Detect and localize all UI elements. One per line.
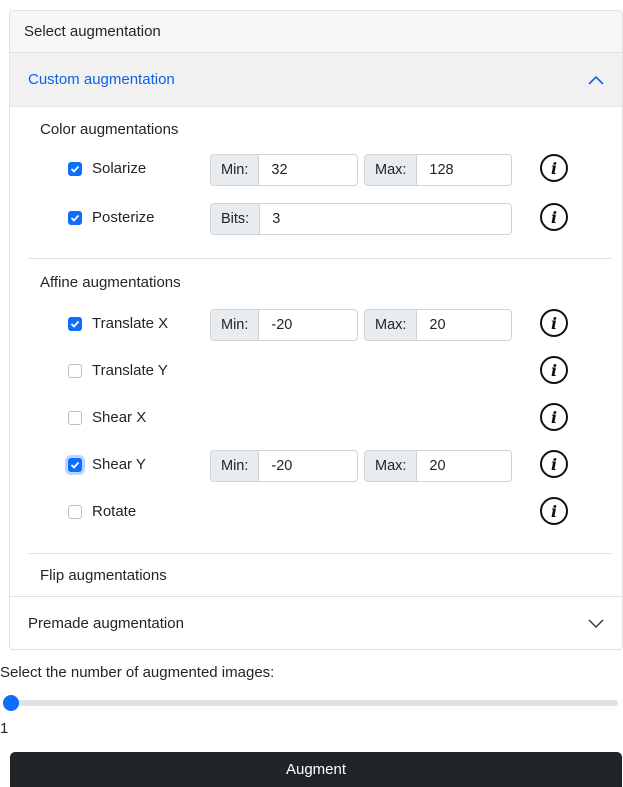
max-addon: Max: (364, 154, 417, 186)
custom-augmentation-title: Custom augmentation (28, 71, 175, 88)
solarize-min-input[interactable]: Min: 32 (210, 154, 358, 186)
check-icon (70, 461, 80, 469)
chevron-down-icon (588, 619, 604, 628)
translate-x-row: Translate X Min: -20 Max: 20 i (68, 309, 578, 341)
info-icon[interactable]: i (540, 450, 568, 478)
shear-y-max-input[interactable]: Max: 20 (364, 450, 512, 482)
solarize-checkbox[interactable] (68, 162, 82, 176)
shear-x-checkbox[interactable] (68, 411, 82, 425)
slider-label: Select the number of augmented images: (0, 664, 275, 681)
custom-augmentation-header[interactable]: Custom augmentation (10, 53, 622, 107)
shear-y-max-value[interactable]: 20 (416, 450, 512, 482)
premade-augmentation-title: Premade augmentation (28, 615, 184, 632)
solarize-min-value[interactable]: 32 (258, 154, 358, 186)
rotate-label: Rotate (92, 503, 137, 520)
shear-y-min-value[interactable]: -20 (258, 450, 358, 482)
solarize-max-input[interactable]: Max: 128 (364, 154, 512, 186)
slider-value: 1 (0, 720, 9, 737)
bits-addon: Bits: (210, 203, 260, 235)
posterize-row: Posterize Bits: 3 i (68, 203, 578, 235)
min-addon: Min: (210, 450, 259, 482)
posterize-label: Posterize (92, 209, 155, 226)
translate-x-min-input[interactable]: Min: -20 (210, 309, 358, 341)
affine-section-title: Affine augmentations (40, 274, 181, 291)
panel-header: Select augmentation (10, 11, 622, 53)
max-addon: Max: (364, 309, 417, 341)
premade-augmentation-header[interactable]: Premade augmentation (10, 596, 622, 649)
augment-button[interactable]: Augment (10, 752, 622, 787)
flip-section-title[interactable]: Flip augmentations (40, 567, 167, 584)
check-icon (70, 214, 80, 222)
rotate-checkbox[interactable] (68, 505, 82, 519)
translate-x-label: Translate X (92, 315, 169, 332)
posterize-checkbox[interactable] (68, 211, 82, 225)
rotate-row: Rotate i (68, 497, 578, 529)
check-icon (70, 165, 80, 173)
chevron-up-icon (588, 75, 604, 85)
translate-x-max-value[interactable]: 20 (416, 309, 512, 341)
check-icon (70, 320, 80, 328)
solarize-label: Solarize (92, 160, 147, 177)
augmentation-panel: Select augmentation Custom augmentation … (9, 10, 623, 650)
translate-x-max-input[interactable]: Max: 20 (364, 309, 512, 341)
color-section-title: Color augmentations (40, 121, 179, 138)
info-icon[interactable]: i (540, 154, 568, 182)
info-icon[interactable]: i (540, 497, 568, 525)
section-divider (28, 258, 612, 259)
translate-x-checkbox[interactable] (68, 317, 82, 331)
panel-header-title: Select augmentation (24, 23, 161, 40)
shear-x-label: Shear X (92, 409, 147, 426)
info-icon[interactable]: i (540, 203, 568, 231)
info-icon[interactable]: i (540, 403, 568, 431)
posterize-bits-input[interactable]: Bits: 3 (210, 203, 512, 235)
solarize-max-value[interactable]: 128 (416, 154, 512, 186)
translate-x-min-value[interactable]: -20 (258, 309, 358, 341)
max-addon: Max: (364, 450, 417, 482)
shear-y-row: Shear Y Min: -20 Max: 20 i (68, 450, 578, 482)
shear-y-min-input[interactable]: Min: -20 (210, 450, 358, 482)
shear-y-checkbox[interactable] (68, 458, 82, 472)
min-addon: Min: (210, 154, 259, 186)
posterize-bits-value[interactable]: 3 (259, 203, 512, 235)
shear-x-row: Shear X i (68, 403, 578, 435)
section-divider (28, 553, 612, 554)
shear-y-label: Shear Y (92, 456, 146, 473)
solarize-row: Solarize Min: 32 Max: 128 i (68, 154, 578, 186)
min-addon: Min: (210, 309, 259, 341)
info-icon[interactable]: i (540, 356, 568, 384)
slider-track[interactable] (14, 700, 618, 706)
translate-y-label: Translate Y (92, 362, 168, 379)
translate-y-checkbox[interactable] (68, 364, 82, 378)
info-icon[interactable]: i (540, 309, 568, 337)
slider-thumb[interactable] (3, 695, 19, 711)
translate-y-row: Translate Y i (68, 356, 578, 388)
